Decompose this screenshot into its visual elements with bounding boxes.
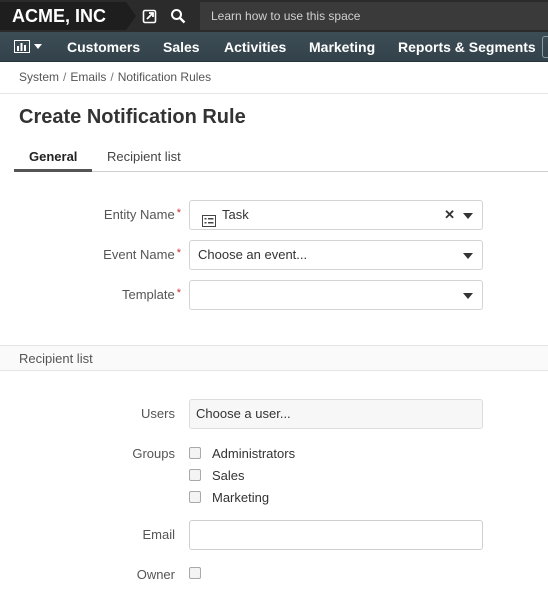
- chevron-down-icon[interactable]: [463, 293, 473, 299]
- entity-name-value: Task: [222, 207, 249, 222]
- recipient-list-section-header: Recipient list: [0, 345, 548, 371]
- checkbox-marketing[interactable]: [189, 491, 201, 503]
- active-tab-indicator: [14, 169, 92, 172]
- bar-chart-icon[interactable]: [14, 40, 30, 56]
- event-name-placeholder: Choose an event...: [198, 247, 308, 262]
- owner-label: Owner: [136, 567, 175, 582]
- breadcrumb-item-emails[interactable]: Emails: [70, 70, 106, 84]
- main-navigation: Customers Sales Activities Marketing Rep…: [0, 32, 548, 62]
- tab-recipient-list[interactable]: Recipient list: [107, 149, 181, 164]
- checkbox-label-sales: Sales: [212, 468, 245, 483]
- event-name-label: Event Name *: [103, 247, 181, 262]
- nav-item-reports-segments[interactable]: Reports & Segments: [398, 32, 536, 62]
- page-title: Create Notification Rule: [19, 106, 246, 128]
- checkbox-administrators[interactable]: [189, 447, 201, 459]
- nav-item-activities[interactable]: Activities: [224, 32, 286, 62]
- nav-more-button[interactable]: [542, 36, 548, 58]
- chevron-down-icon[interactable]: [463, 213, 473, 219]
- nav-item-marketing[interactable]: Marketing: [309, 32, 375, 62]
- help-link[interactable]: Learn how to use this space: [200, 2, 548, 30]
- template-select[interactable]: [189, 280, 483, 310]
- users-select[interactable]: Choose a user...: [189, 399, 483, 429]
- task-list-icon: [202, 209, 216, 237]
- divider: [0, 93, 548, 94]
- template-label: Template *: [121, 287, 181, 302]
- breadcrumb-item-system[interactable]: System: [19, 70, 59, 84]
- users-placeholder: Choose a user...: [196, 406, 291, 421]
- section-title: Recipient list: [19, 351, 93, 366]
- entity-name-select[interactable]: Task ✕: [189, 200, 483, 230]
- event-name-select[interactable]: Choose an event...: [189, 240, 483, 270]
- share-icon[interactable]: [142, 8, 158, 24]
- chevron-down-icon[interactable]: [463, 253, 473, 259]
- nav-item-customers[interactable]: Customers: [67, 32, 140, 62]
- clear-icon[interactable]: ✕: [444, 201, 455, 229]
- checkbox-sales[interactable]: [189, 469, 201, 481]
- tabs-border: [14, 171, 548, 172]
- users-label: Users: [141, 406, 175, 421]
- brand-logo[interactable]: ACME, INC: [0, 2, 136, 30]
- nav-item-sales[interactable]: Sales: [163, 32, 200, 62]
- groups-label: Groups: [132, 446, 175, 461]
- entity-name-label: Entity Name *: [103, 207, 181, 222]
- breadcrumb-item-notification-rules: Notification Rules: [117, 70, 212, 84]
- tab-general[interactable]: General: [29, 149, 77, 164]
- owner-checkbox[interactable]: [189, 567, 201, 579]
- top-bar: ACME, INC Learn how to use this space: [0, 0, 548, 32]
- breadcrumb: System / Emails / Notification Rules: [19, 70, 212, 84]
- checkbox-label-marketing: Marketing: [212, 490, 270, 505]
- chevron-down-icon[interactable]: [34, 44, 42, 49]
- search-icon[interactable]: [170, 8, 186, 24]
- email-field[interactable]: [189, 520, 483, 550]
- email-label: Email: [142, 527, 175, 542]
- checkbox-label-administrators: Administrators: [212, 446, 296, 461]
